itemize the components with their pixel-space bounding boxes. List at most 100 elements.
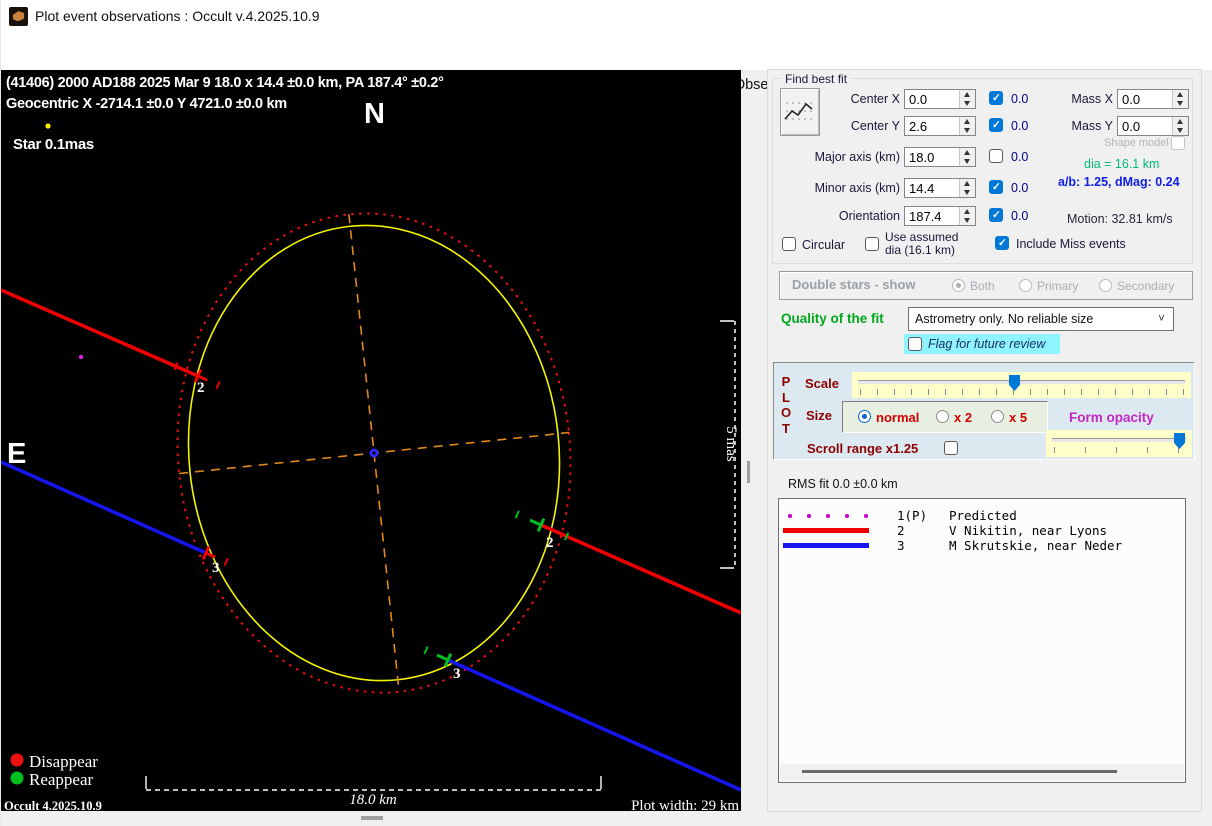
orientation-spinner[interactable] bbox=[959, 207, 975, 225]
scroll-range-label: Scroll range x1.25 bbox=[807, 441, 919, 456]
size-x5-label: x 5 bbox=[1009, 410, 1028, 425]
km-scale-label: 18.0 km bbox=[349, 792, 397, 808]
double-stars-secondary-label: Secondary bbox=[1117, 279, 1175, 293]
center-x-field[interactable]: 0.0 bbox=[904, 89, 976, 109]
vertical-scroll-thumb[interactable] bbox=[747, 461, 750, 483]
mass-x-field[interactable]: 0.0 bbox=[1117, 89, 1189, 109]
double-stars-secondary-radio bbox=[1099, 279, 1112, 292]
motion-readout: Motion: 32.81 km/s bbox=[1067, 212, 1173, 226]
center-x-label: Center X bbox=[850, 92, 900, 106]
use-assumed-label: Use assumed dia (16.1 km) bbox=[885, 230, 959, 257]
flag-review-label: Flag for future review bbox=[928, 337, 1046, 351]
minor-axis-label: Minor axis (km) bbox=[814, 181, 900, 195]
list-item[interactable]: 1(P) Predicted bbox=[779, 508, 1185, 523]
major-axis-spinner[interactable] bbox=[959, 148, 975, 166]
quality-dropdown[interactable]: Astrometry only. No reliable size ˅ bbox=[908, 307, 1174, 331]
legend-name: Predicted bbox=[949, 508, 1017, 523]
size-radio-group: normal x 2 x 5 bbox=[842, 401, 1048, 433]
app-icon bbox=[9, 7, 28, 26]
legend-hscroll-thumb[interactable] bbox=[802, 770, 1117, 773]
double-stars-group: Double stars - show Both Primary Seconda… bbox=[779, 271, 1193, 300]
major-axis-field[interactable]: 18.0 bbox=[904, 147, 976, 167]
legend-num: 2 bbox=[897, 523, 905, 538]
size-x2-radio[interactable] bbox=[936, 410, 949, 423]
chord2-label-d: 2 bbox=[197, 380, 205, 396]
plot-word-o: O bbox=[780, 405, 792, 420]
size-normal-radio[interactable] bbox=[858, 410, 871, 423]
occultation-plot[interactable]: 2 2 3 3 (41406) 2000 AD188 2025 Mar 9 18… bbox=[1, 70, 741, 811]
disappear-dot bbox=[10, 753, 24, 767]
chord3-label-r: 3 bbox=[453, 666, 461, 682]
major-axis-residual: 0.0 bbox=[1011, 150, 1029, 164]
horizontal-scroll-thumb[interactable] bbox=[361, 816, 383, 820]
minor-axis-residual: 0.0 bbox=[1011, 181, 1029, 195]
mass-x-label: Mass X bbox=[1071, 92, 1113, 106]
minor-axis-field[interactable]: 14.4 bbox=[904, 178, 976, 198]
double-stars-primary-radio bbox=[1019, 279, 1032, 292]
flag-review-checkbox[interactable] bbox=[908, 337, 922, 351]
scale-slider-ticks bbox=[860, 389, 1185, 395]
center-y-field[interactable]: 2.6 bbox=[904, 116, 976, 136]
list-item[interactable]: 2 V Nikitin, near Lyons bbox=[779, 523, 1185, 538]
form-opacity-slider[interactable] bbox=[1046, 430, 1192, 457]
east-label: E bbox=[7, 438, 26, 470]
plot-word-l: L bbox=[782, 389, 790, 405]
version-label: Occult 4.2025.10.9 bbox=[4, 799, 102, 811]
legend-name: V Nikitin, near Lyons bbox=[949, 523, 1108, 538]
chevron-down-icon: ˅ bbox=[1157, 311, 1165, 325]
app-window: Plot event observations : Occult v.4.202… bbox=[0, 0, 1212, 826]
major-axis-checkbox[interactable] bbox=[989, 149, 1003, 163]
north-label: N bbox=[364, 98, 385, 130]
legend-num: 1(P) bbox=[897, 508, 928, 523]
size-x5-radio[interactable] bbox=[991, 410, 1004, 423]
reappear-dot bbox=[10, 771, 24, 785]
scale-slider[interactable] bbox=[852, 372, 1191, 398]
size-label: Size bbox=[806, 408, 833, 423]
menu-bar: with Plot... Plot options... ? Help Keep… bbox=[1, 32, 1212, 101]
red-line-sample bbox=[783, 528, 869, 533]
include-miss-checkbox[interactable] bbox=[995, 236, 1009, 250]
chord2-approach bbox=[1, 288, 199, 378]
center-y-label: Center Y bbox=[850, 119, 900, 133]
orientation-residual: 0.0 bbox=[1011, 209, 1029, 223]
plot-word-t: T bbox=[782, 420, 790, 436]
disappear-label: Disappear bbox=[29, 752, 98, 771]
list-item[interactable]: 3 M Skrutskie, near Neder bbox=[779, 538, 1185, 553]
scroll-range-checkbox[interactable] bbox=[944, 441, 958, 455]
diameter-readout: dia = 16.1 km bbox=[1084, 157, 1160, 171]
legend-name: M Skrutskie, near Neder bbox=[949, 538, 1123, 553]
center-x-spinner[interactable] bbox=[959, 90, 975, 108]
circular-checkbox[interactable] bbox=[782, 237, 796, 251]
form-opacity-ticks bbox=[1054, 447, 1186, 453]
chord2-label-r: 2 bbox=[546, 535, 554, 551]
chord3-label-d: 3 bbox=[212, 560, 220, 576]
use-assumed-checkbox[interactable] bbox=[865, 237, 879, 251]
chord-legend-list[interactable]: 1(P) Predicted 2 V Nikitin, near Lyons 3… bbox=[778, 498, 1186, 783]
blue-line-sample bbox=[783, 543, 869, 548]
form-opacity-groove bbox=[1052, 438, 1186, 442]
shape-model-label: Shape model bbox=[1104, 137, 1169, 149]
orientation-checkbox[interactable] bbox=[989, 208, 1003, 222]
mass-y-spinner[interactable] bbox=[1172, 117, 1188, 135]
legend-hscrollbar[interactable] bbox=[780, 764, 1184, 781]
form-opacity-label: Form opacity bbox=[1069, 410, 1154, 425]
chord3-departure bbox=[447, 658, 741, 792]
plot-header-line2: Geocentric X -2714.1 ±0.0 Y 4721.0 ±0.0 … bbox=[6, 96, 287, 112]
mass-y-field[interactable]: 0.0 bbox=[1117, 116, 1189, 136]
minor-axis-spinner[interactable] bbox=[959, 179, 975, 197]
rms-fit-label: RMS fit 0.0 ±0.0 km bbox=[788, 477, 898, 491]
center-y-spinner[interactable] bbox=[959, 117, 975, 135]
scale-slider-groove bbox=[858, 380, 1185, 384]
mass-x-spinner[interactable] bbox=[1172, 90, 1188, 108]
scale-label: Scale bbox=[805, 376, 839, 391]
minor-axis-checkbox[interactable] bbox=[989, 180, 1003, 194]
axis-ratio-readout: a/b: 1.25, dMag: 0.24 bbox=[1058, 175, 1180, 189]
orientation-field[interactable]: 187.4 bbox=[904, 206, 976, 226]
size-normal-label: normal bbox=[876, 410, 920, 425]
include-miss-label: Include Miss events bbox=[1016, 237, 1126, 251]
double-stars-title: Double stars - show bbox=[792, 277, 916, 292]
plot-word-p: P bbox=[781, 374, 791, 389]
quality-value: Astrometry only. No reliable size bbox=[915, 312, 1094, 326]
size-x2-label: x 2 bbox=[954, 410, 973, 425]
chord3-reappear-marker bbox=[423, 646, 453, 668]
